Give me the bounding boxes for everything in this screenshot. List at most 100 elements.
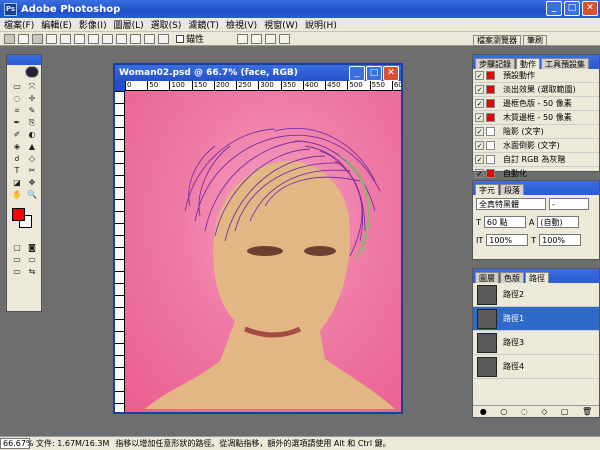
type-tool-icon[interactable]: T [10, 165, 24, 176]
load-selection-icon[interactable]: ◌ [521, 407, 528, 416]
dialog-toggle-icon[interactable] [486, 141, 495, 150]
pen-tool-icon[interactable] [4, 33, 15, 44]
check-icon[interactable]: ✓ [475, 169, 484, 178]
new-path-icon[interactable]: ▢ [561, 407, 569, 416]
make-work-path-icon[interactable]: ◇ [541, 407, 547, 416]
path-row[interactable]: 路徑2 [473, 283, 599, 307]
line-icon[interactable] [144, 33, 155, 44]
paths-mode-button[interactable] [32, 33, 43, 44]
tab-paths[interactable]: 路徑 [525, 272, 549, 283]
lasso-tool-icon[interactable]: ◌ [10, 93, 24, 104]
ellipse-icon[interactable] [116, 33, 127, 44]
action-set-row[interactable]: ✓ 預設動作 [473, 69, 599, 83]
brush-tool-icon[interactable]: ✒ [10, 117, 24, 128]
horizontal-ruler[interactable]: 0 50 100 150 200 250 300 350 400 450 500… [125, 81, 401, 91]
toolbox-logo[interactable] [7, 65, 41, 79]
check-icon[interactable]: ✓ [475, 127, 484, 136]
pen-tool-active-icon[interactable]: ✂ [25, 165, 39, 176]
screen-mode-1-icon[interactable]: ▭ [10, 254, 24, 265]
doc-close-button[interactable]: ✕ [383, 66, 399, 81]
horizontal-scale-field[interactable]: 100% [539, 234, 582, 246]
polygon-icon[interactable] [130, 33, 141, 44]
action-row[interactable]: ✓ 淡出效果 (選取範圍) [473, 83, 599, 97]
check-icon[interactable]: ✓ [475, 85, 484, 94]
hand-tool-icon[interactable]: ✋ [10, 189, 24, 200]
eraser-tool-icon[interactable]: ◐ [25, 129, 39, 140]
foreground-color-swatch[interactable] [12, 208, 25, 221]
menu-window[interactable]: 視窗(W) [264, 18, 298, 31]
tab-paragraph[interactable]: 段落 [500, 184, 524, 195]
imageready-icon[interactable]: ⇆ [25, 266, 39, 277]
check-icon[interactable]: ✓ [475, 155, 484, 164]
check-icon[interactable]: ✓ [475, 141, 484, 150]
screen-mode-2-icon[interactable]: ▭ [25, 254, 39, 265]
path-subtract-icon[interactable] [251, 33, 263, 44]
slice-tool-icon[interactable]: ✎ [25, 105, 39, 116]
standard-mode-icon[interactable]: ▢ [10, 242, 24, 253]
tab-actions[interactable]: 動作 [516, 58, 540, 69]
tab-tool-presets[interactable]: 工具預設集 [541, 58, 589, 69]
font-style-select[interactable]: - [549, 198, 589, 210]
gradient-tool-icon[interactable]: ◈ [10, 141, 24, 152]
dialog-toggle-icon[interactable] [486, 169, 495, 178]
palette-well-file-browser[interactable]: 檔案瀏覽器 [473, 35, 521, 46]
dialog-toggle-icon[interactable] [486, 113, 495, 122]
tab-character[interactable]: 字元 [475, 184, 499, 195]
action-row[interactable]: ✓ 自訂 RGB 為灰階 [473, 153, 599, 167]
fill-pixels-button[interactable] [46, 33, 57, 44]
crop-tool-icon[interactable]: ⌗ [10, 105, 24, 116]
vertical-scale-field[interactable]: 100% [486, 234, 529, 246]
dialog-toggle-icon[interactable] [486, 127, 495, 136]
document-canvas[interactable] [125, 91, 401, 412]
shape-layer-button[interactable] [18, 33, 29, 44]
freeform-pen-icon[interactable] [74, 33, 85, 44]
check-icon[interactable]: ✓ [475, 113, 484, 122]
rectangle-icon[interactable] [88, 33, 99, 44]
stroke-path-icon[interactable]: ○ [500, 407, 507, 416]
menu-help[interactable]: 說明(H) [305, 18, 337, 31]
path-row[interactable]: 路徑4 [473, 355, 599, 379]
path-select-tool-icon[interactable]: ◇ [25, 153, 39, 164]
menu-view[interactable]: 檢視(V) [226, 18, 257, 31]
tab-layers[interactable]: 圖層 [475, 272, 499, 283]
action-row[interactable]: ✓ 木質邊框 - 50 像素 [473, 111, 599, 125]
path-intersect-icon[interactable] [265, 33, 277, 44]
menu-layer[interactable]: 圖層(L) [114, 18, 144, 31]
checkbox-box[interactable] [176, 34, 184, 43]
action-row[interactable]: ✓ 邊框色版 - 50 像素 [473, 97, 599, 111]
menu-image[interactable]: 影像(I) [79, 18, 107, 31]
delete-path-icon[interactable]: 🗑 [582, 407, 592, 416]
path-row[interactable]: 路徑3 [473, 331, 599, 355]
history-brush-icon[interactable]: ✐ [10, 129, 24, 140]
leading-field[interactable]: (自動) [537, 216, 580, 228]
menu-file[interactable]: 檔案(F) [4, 18, 34, 31]
check-icon[interactable]: ✓ [475, 99, 484, 108]
doc-minimize-button[interactable]: _ [349, 66, 365, 81]
font-family-select[interactable]: 全真特黑體 [476, 198, 546, 210]
dialog-toggle-icon[interactable] [486, 99, 495, 108]
magic-wand-tool-icon[interactable]: ✢ [25, 93, 39, 104]
menu-filter[interactable]: 濾鏡(T) [188, 18, 219, 31]
marquee-tool-icon[interactable]: ▭ [10, 81, 24, 92]
check-icon[interactable]: ✓ [475, 71, 484, 80]
menu-edit[interactable]: 編輯(E) [41, 18, 72, 31]
notes-tool-icon[interactable]: ✥ [25, 177, 39, 188]
dialog-toggle-icon[interactable] [486, 71, 495, 80]
doc-size-info[interactable]: 文件: 1.67M/16.3M [36, 438, 109, 449]
doc-maximize-button[interactable]: □ [366, 66, 382, 81]
rubber-band-checkbox[interactable]: 錨性 [176, 32, 204, 45]
action-row[interactable]: ✓ 自動化 [473, 167, 599, 181]
move-tool-icon[interactable]: ⤧ [25, 81, 39, 92]
zoom-field[interactable]: 66.67% [0, 438, 34, 449]
custom-shape-icon[interactable] [158, 33, 169, 44]
font-size-field[interactable]: 60 點 [483, 216, 526, 228]
path-add-icon[interactable] [237, 33, 249, 44]
action-row[interactable]: ✓ 陰影 (文字) [473, 125, 599, 139]
stamp-tool-icon[interactable]: ⎘ [25, 117, 39, 128]
dialog-toggle-icon[interactable] [486, 85, 495, 94]
path-exclude-icon[interactable] [279, 33, 291, 44]
maximize-button[interactable]: □ [564, 1, 580, 16]
toolbox-titlebar[interactable] [7, 55, 41, 65]
menu-select[interactable]: 選取(S) [151, 18, 182, 31]
path-row-selected[interactable]: 路徑1 [473, 307, 599, 331]
